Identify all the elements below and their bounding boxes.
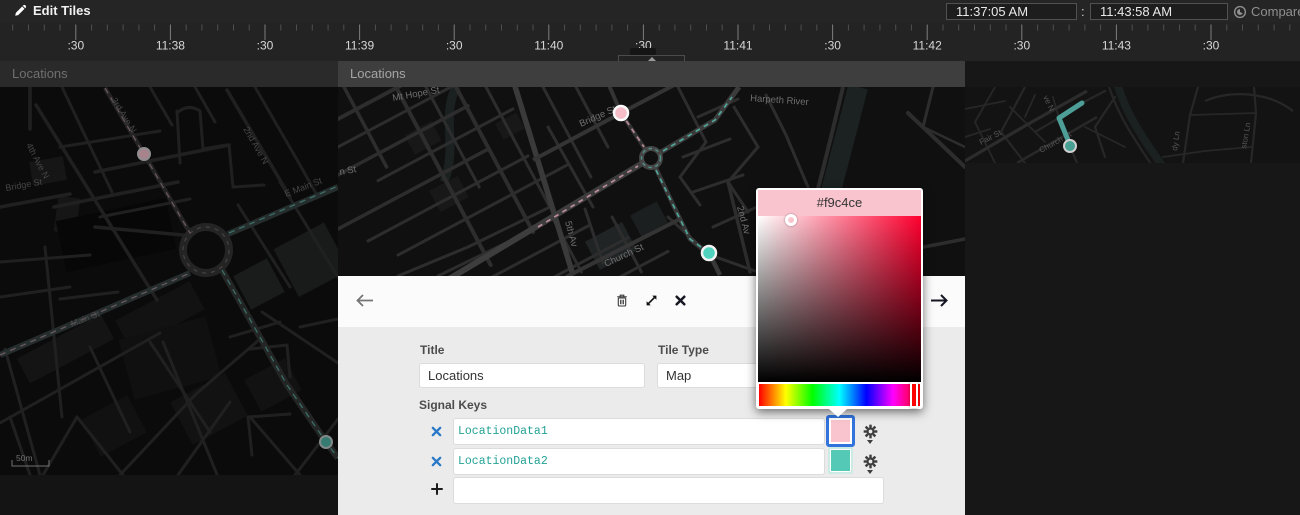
svg-text:11:41: 11:41 [723,39,752,53]
svg-text:11:39: 11:39 [345,39,374,53]
svg-text:11:40: 11:40 [534,39,563,53]
svg-text::30: :30 [1013,39,1030,53]
svg-text:11:42: 11:42 [913,39,942,53]
svg-text::30: :30 [67,39,84,53]
svg-text::30: :30 [257,39,274,53]
svg-text:11:38: 11:38 [156,39,185,53]
svg-text:11:43: 11:43 [1102,39,1131,53]
svg-text::30: :30 [446,39,463,53]
svg-text::30: :30 [824,39,841,53]
svg-text::30: :30 [1203,39,1220,53]
